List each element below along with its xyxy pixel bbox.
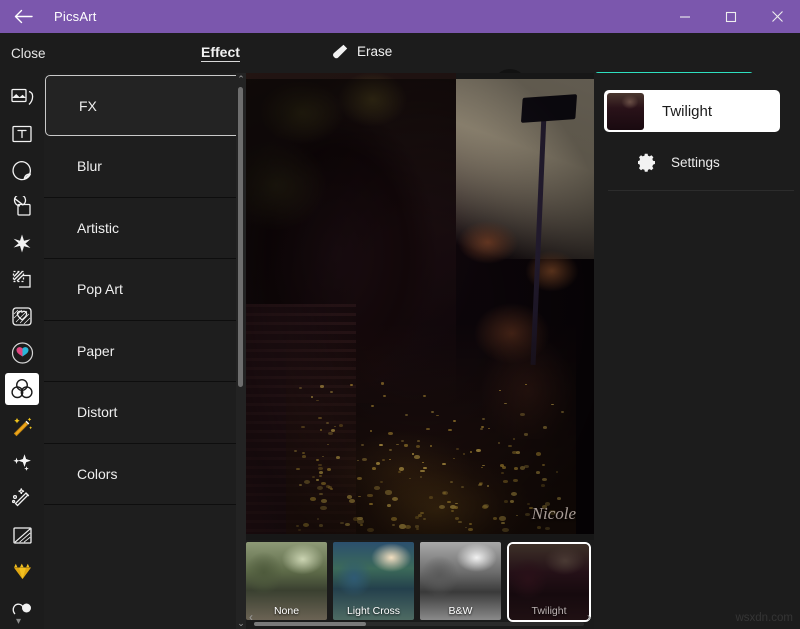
diamond-icon[interactable] [5,556,39,588]
filmstrip-scrollbar-thumb[interactable] [254,622,366,626]
beautify-icon[interactable] [5,483,39,515]
erase-label: Erase [357,44,393,59]
butterfly-icon[interactable] [5,337,39,369]
scrollbar-thumb[interactable] [238,87,243,387]
title-bar: PicsArt [0,0,800,33]
photos-icon[interactable] [5,81,39,113]
effect-category-label: Colors [77,465,118,482]
effect-category-label: Paper [77,342,115,359]
effect-category-label: Distort [77,404,118,421]
sparkle-icon[interactable] [5,446,39,478]
image-canvas[interactable]: Nicole [246,73,594,540]
eraser-icon [332,43,349,60]
photo-signature: Nicole [531,504,576,523]
window-title: PicsArt [54,9,97,24]
preset-label: None [273,605,300,617]
lens-flare-icon[interactable] [5,227,39,259]
rail-scroll-down-icon[interactable]: ▾ [16,616,21,627]
filmstrip-track: None Light Cross B&W Twilight S [246,542,594,622]
gear-icon [638,153,657,172]
selected-preset-card[interactable]: Twilight [604,90,780,132]
photo-vignette [246,79,594,534]
edited-photo [246,73,594,534]
preset-thumb-light-cross[interactable]: Light Cross [333,542,414,620]
effect-category-label: Artistic [77,219,119,236]
effect-properties-panel: Twilight Settings [594,73,800,629]
effect-category-list: FX Blur Artistic Pop Art Paper Distort C… [44,73,246,629]
site-watermark: wsxdn.com [735,612,793,624]
erase-button[interactable]: Erase [332,43,392,60]
effect-list-scrollbar[interactable]: ⌃ ⌄ [236,73,246,629]
effect-category-label: Pop Art [77,281,123,298]
settings-label: Settings [671,154,720,170]
settings-button[interactable]: Settings [604,145,790,179]
magic-wand-icon[interactable] [5,410,39,442]
draw-icon[interactable] [5,264,39,296]
frame-icon[interactable] [5,300,39,332]
filmstrip-next-icon[interactable]: › [587,610,591,624]
mask-icon[interactable] [5,191,39,223]
close-button[interactable] [754,0,800,33]
effect-category-blur[interactable]: Blur [44,136,246,198]
effect-category-colors[interactable]: Colors [44,444,246,505]
preset-thumb-bw[interactable]: B&W [420,542,501,620]
scroll-down-icon[interactable]: ⌄ [236,617,246,629]
text-icon[interactable] [5,118,39,150]
filmstrip-scrollbar[interactable] [254,622,584,626]
editor-toolbar: Close Effect Erase [0,33,800,105]
panel-divider [608,190,794,191]
effect-preset-filmstrip[interactable]: None Light Cross B&W Twilight S ‹ › [246,540,594,629]
sticker-icon[interactable] [5,154,39,186]
maximize-button[interactable] [708,0,754,33]
effect-category-distort[interactable]: Distort [44,382,246,444]
preset-label: B&W [448,605,473,617]
effect-category-fx[interactable]: FX [45,75,245,136]
close-editor-button[interactable]: Close [11,46,81,61]
preset-label: Light Cross [346,605,401,617]
effect-category-artistic[interactable]: Artistic [44,198,246,259]
filmstrip-prev-icon[interactable]: ‹ [249,610,253,624]
effects-circles-icon[interactable] [5,373,39,406]
preset-thumb-none[interactable]: None [246,542,327,620]
preset-thumbnail [607,92,644,130]
tool-rail: ▾ [0,73,44,629]
adjust-icon[interactable] [5,519,39,551]
preset-thumb-twilight[interactable]: Twilight [507,542,591,622]
scroll-up-icon[interactable]: ⌃ [236,73,246,85]
preset-label: Twilight [531,605,567,617]
selected-preset-label: Twilight [662,102,713,120]
effect-category-label: FX [79,97,97,114]
minimize-button[interactable] [662,0,708,33]
shape-icon[interactable] [5,592,39,624]
app-window: PicsArt Close Effect Erase ▾ FX Blur Art… [0,0,800,629]
effect-category-paper[interactable]: Paper [44,321,246,382]
effect-category-label: Blur [77,158,102,175]
back-arrow-icon[interactable] [0,0,46,33]
effect-category-pop-art[interactable]: Pop Art [44,259,246,321]
tab-effect[interactable]: Effect [201,44,240,62]
